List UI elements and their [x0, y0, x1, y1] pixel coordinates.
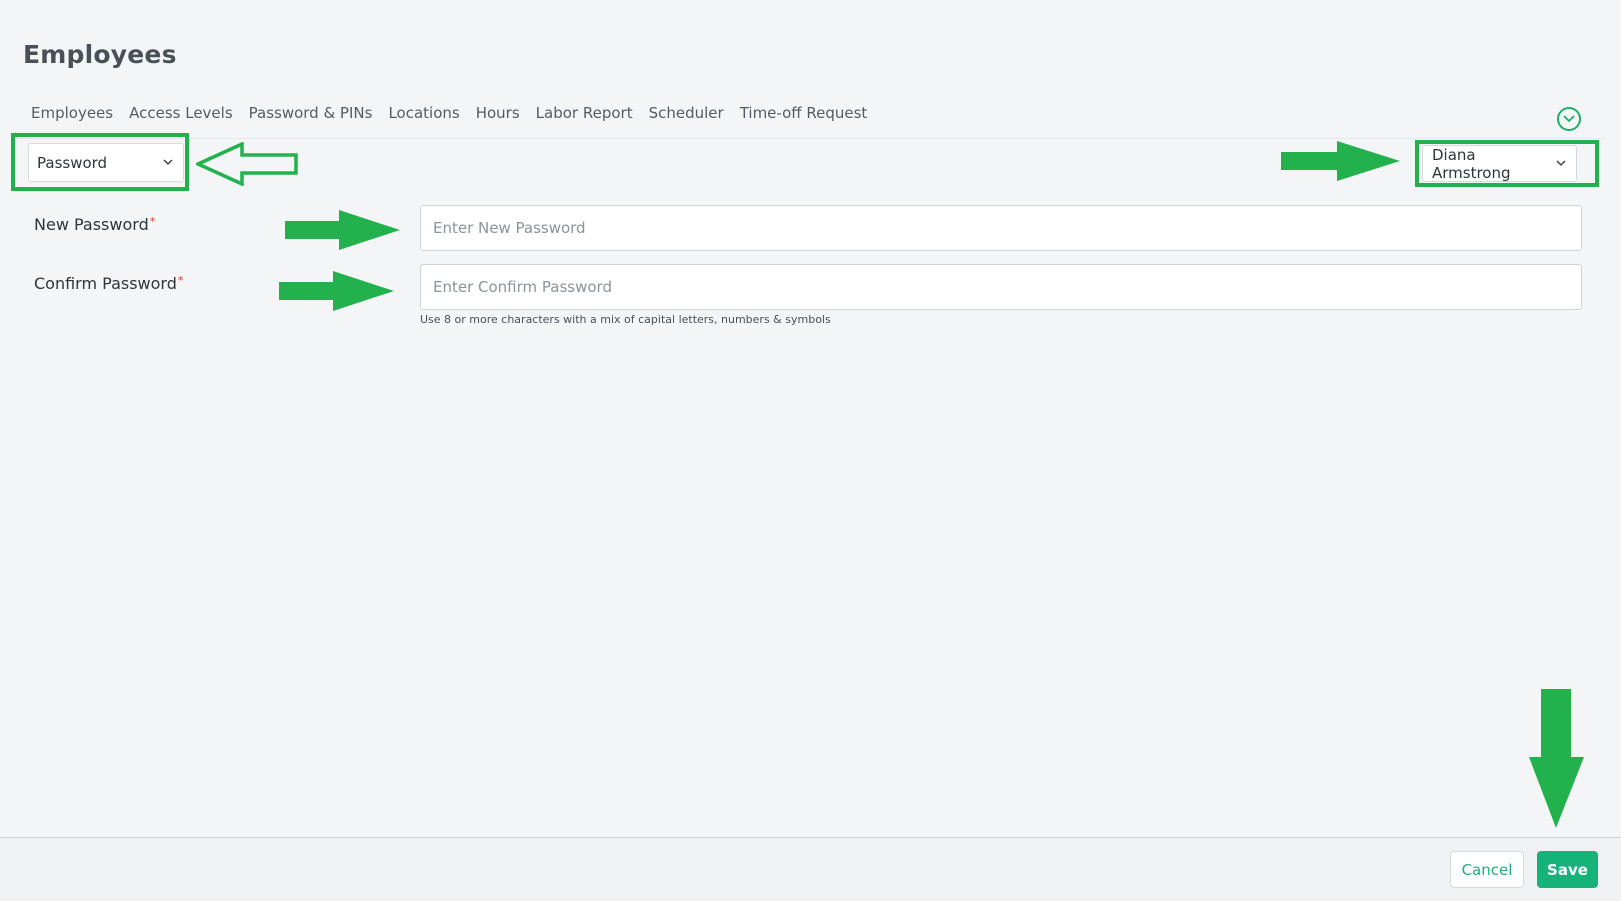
chevron-down-icon [1556, 160, 1566, 167]
page-title: Employees [23, 40, 177, 69]
annotation-arrow-confirm-password [279, 271, 394, 311]
save-button[interactable]: Save [1537, 851, 1598, 888]
confirm-password-label: Confirm Password* [34, 274, 183, 293]
tab-bar: Employees Access Levels Password & PINs … [31, 104, 883, 122]
footer-bar [0, 837, 1621, 901]
new-password-label: New Password* [34, 215, 155, 234]
annotation-arrow-down [1529, 689, 1584, 828]
chevron-down-icon [163, 159, 173, 166]
confirm-password-input[interactable] [420, 264, 1582, 310]
employee-select[interactable]: Diana Armstrong [1422, 145, 1577, 182]
type-select[interactable]: Password [28, 143, 184, 182]
tab-scheduler[interactable]: Scheduler [649, 104, 724, 122]
confirm-password-label-text: Confirm Password [34, 274, 177, 293]
tab-hours[interactable]: Hours [476, 104, 520, 122]
tab-labor-report[interactable]: Labor Report [536, 104, 633, 122]
cancel-button[interactable]: Cancel [1450, 851, 1524, 888]
annotation-arrow-right [1281, 141, 1400, 181]
chevron-down-circle-icon[interactable] [1557, 107, 1581, 131]
new-password-input[interactable] [420, 205, 1582, 251]
tabs-divider [16, 138, 1605, 139]
chevron-down-icon [1563, 115, 1575, 123]
type-select-value: Password [37, 153, 108, 172]
employee-select-value: Diana Armstrong [1432, 145, 1511, 182]
annotation-arrow-left [196, 142, 298, 186]
tab-employees[interactable]: Employees [31, 104, 113, 122]
tab-locations[interactable]: Locations [388, 104, 459, 122]
password-hint: Use 8 or more characters with a mix of c… [420, 313, 831, 326]
tab-time-off-request[interactable]: Time-off Request [740, 104, 868, 122]
required-mark: * [177, 274, 184, 287]
tab-password-pins[interactable]: Password & PINs [249, 104, 373, 122]
required-mark: * [149, 215, 156, 228]
annotation-arrow-new-password [285, 210, 400, 250]
new-password-label-text: New Password [34, 215, 149, 234]
tab-access-levels[interactable]: Access Levels [129, 104, 233, 122]
